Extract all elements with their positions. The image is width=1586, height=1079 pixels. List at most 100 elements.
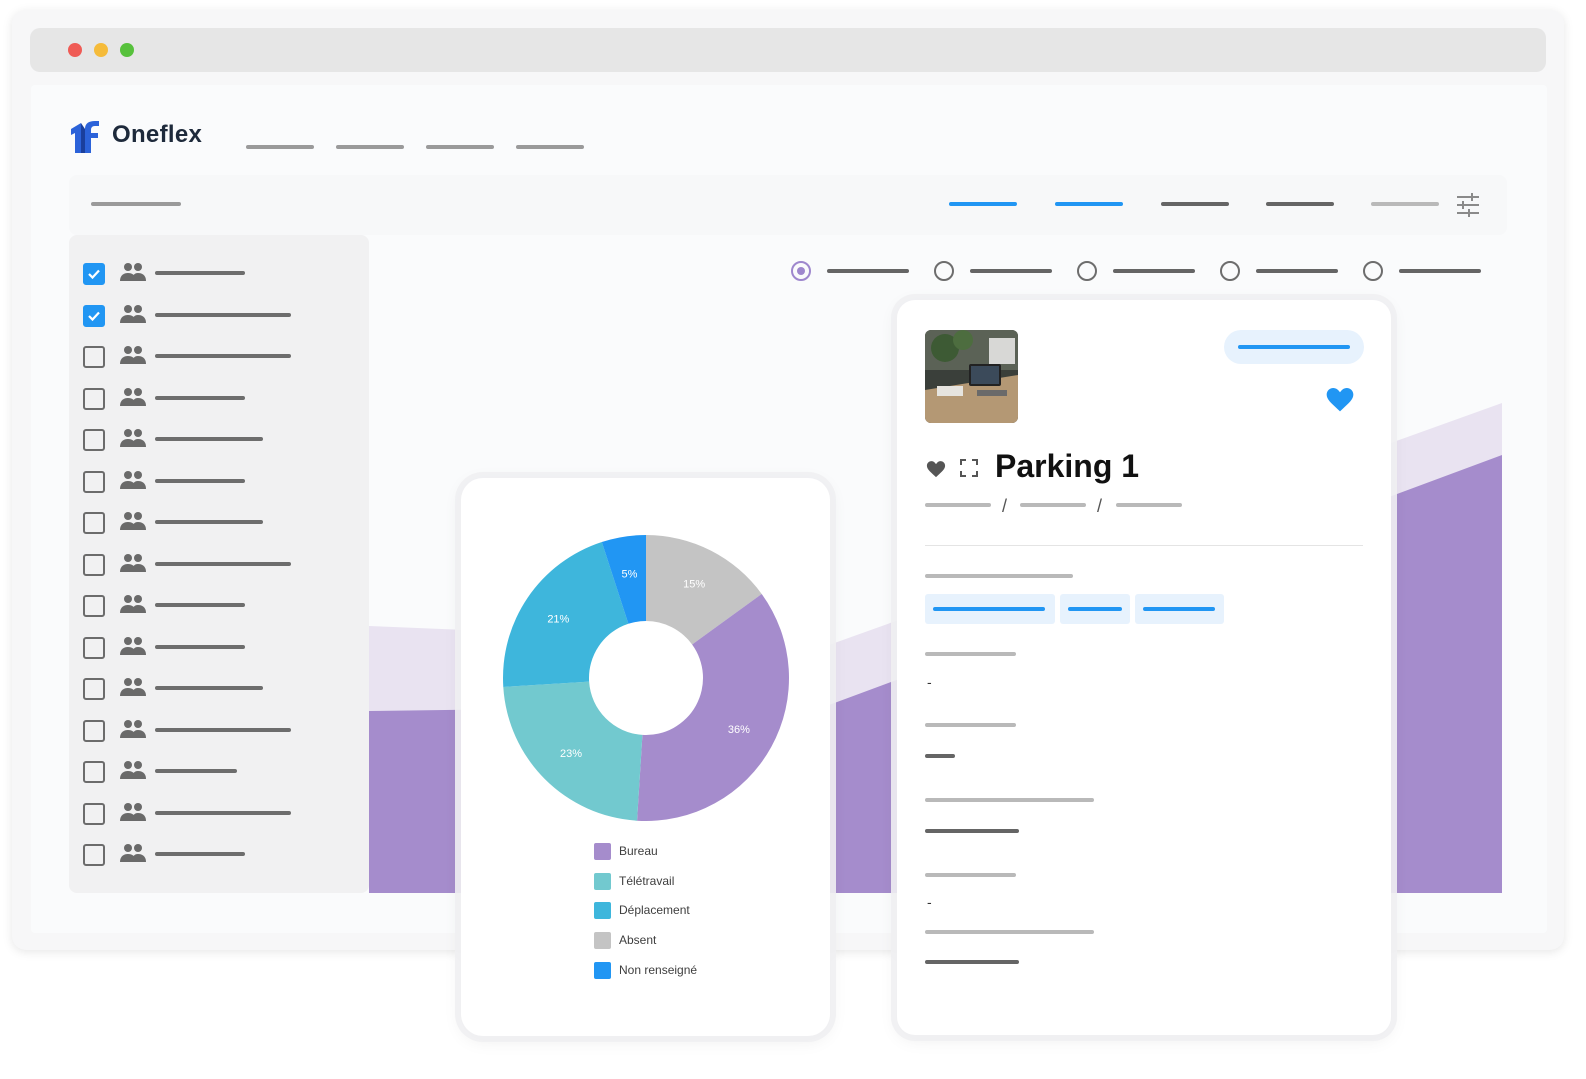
resource-detail-card: Parking 1 / / - - (897, 300, 1391, 1035)
zoom-window-button[interactable] (120, 43, 134, 57)
resource-photo (925, 330, 1018, 423)
minimize-window-button[interactable] (94, 43, 108, 57)
radio-label-1 (827, 269, 909, 273)
radio-option-1[interactable] (791, 261, 811, 281)
radio-option-3[interactable] (1077, 261, 1097, 281)
group-list-item[interactable] (69, 674, 369, 704)
group-checkbox[interactable] (83, 470, 105, 493)
presence-donut-chart: 15% 36% 23% 21% 5% (503, 535, 789, 821)
radio-option-2[interactable] (934, 261, 954, 281)
group-list-item[interactable] (69, 716, 369, 746)
radio-option-5[interactable] (1363, 261, 1383, 281)
people-group-icon (119, 759, 147, 786)
group-name-placeholder (155, 271, 245, 275)
favorite-heart-icon[interactable] (1324, 383, 1356, 413)
tag-3[interactable] (1135, 594, 1224, 624)
legend-swatch (594, 932, 611, 950)
breadcrumb-sep-1: / (1002, 496, 1008, 516)
toolbar-title (91, 202, 181, 206)
fullscreen-icon[interactable] (959, 458, 979, 478)
small-heart-icon[interactable] (925, 458, 947, 478)
breadcrumb-3[interactable] (1116, 503, 1182, 507)
group-name-placeholder (155, 312, 291, 317)
people-group-icon (119, 303, 147, 330)
group-name-placeholder (155, 354, 291, 358)
people-group-icon (119, 261, 147, 288)
pie-value-label: 5% (621, 568, 637, 580)
group-checkbox[interactable] (83, 553, 105, 576)
field-label-6 (925, 930, 1094, 934)
group-checkbox[interactable] (83, 429, 105, 451)
window-titlebar (30, 28, 1546, 72)
people-group-icon (119, 801, 147, 828)
radio-option-4[interactable] (1220, 261, 1240, 281)
group-checkbox[interactable] (83, 387, 105, 410)
group-checkbox[interactable] (83, 844, 105, 866)
legend-label: Bureau (619, 844, 658, 858)
tag-2[interactable] (1060, 594, 1130, 624)
breadcrumb-2[interactable] (1020, 503, 1086, 507)
pie-value-label: 36% (728, 724, 750, 736)
people-group-icon (119, 469, 147, 496)
group-name-placeholder (155, 520, 263, 524)
field-value-4 (925, 829, 1019, 833)
group-name-placeholder (155, 769, 237, 773)
people-group-icon (119, 427, 147, 454)
field-label-4 (925, 798, 1094, 802)
oneflex-logo[interactable]: Oneflex (69, 117, 229, 157)
breadcrumb-1[interactable] (925, 503, 991, 507)
legend-label: Déplacement (619, 903, 690, 918)
group-list-item[interactable] (69, 342, 369, 372)
group-checkbox[interactable] (83, 761, 105, 783)
group-list-item[interactable] (69, 384, 369, 414)
resource-type-pill[interactable] (1224, 330, 1364, 364)
legend-swatch (594, 902, 611, 920)
group-list-item[interactable] (69, 633, 369, 663)
breadcrumb-sep-2: / (1097, 496, 1103, 516)
group-checkbox[interactable] (83, 304, 105, 327)
nav-item-1[interactable] (246, 145, 314, 149)
brand-name: Oneflex (112, 121, 203, 148)
checkmark-icon (88, 311, 100, 321)
group-checkbox[interactable] (83, 263, 105, 285)
group-name-placeholder (155, 603, 245, 607)
field-label-3 (925, 723, 1016, 727)
pie-value-label: 23% (560, 748, 582, 760)
group-name-placeholder (155, 478, 245, 483)
group-name-placeholder (155, 852, 245, 856)
group-list-item[interactable] (69, 508, 369, 538)
people-group-icon (119, 552, 147, 579)
group-list-item[interactable] (69, 757, 369, 787)
group-list-item[interactable] (69, 425, 369, 455)
group-checkbox[interactable] (83, 512, 105, 534)
group-list-item[interactable] (69, 799, 369, 829)
field-label-1 (925, 574, 1073, 578)
group-name-placeholder (155, 686, 263, 690)
pie-value-label: 21% (547, 613, 569, 625)
group-checkbox[interactable] (83, 595, 105, 617)
group-list-item[interactable] (69, 840, 369, 870)
group-checkbox[interactable] (83, 636, 105, 659)
group-checkbox[interactable] (83, 346, 105, 368)
close-window-button[interactable] (68, 43, 82, 57)
group-name-placeholder (155, 395, 245, 400)
presence-pie-card: 15% 36% 23% 21% 5% Bureau Télétravail Déplacem… (461, 478, 830, 1036)
group-name-placeholder (155, 644, 245, 649)
group-list-item[interactable] (69, 259, 369, 289)
group-list-item[interactable] (69, 301, 369, 331)
radio-label-4 (1256, 269, 1338, 273)
group-list-item[interactable] (69, 467, 369, 497)
field-label-2 (925, 652, 1016, 656)
radio-label-2 (970, 269, 1052, 273)
people-group-icon (119, 510, 147, 537)
group-list-item[interactable] (69, 591, 369, 621)
people-group-icon (119, 676, 147, 703)
people-group-icon (119, 842, 147, 869)
radio-label-5 (1399, 269, 1481, 273)
group-checkbox[interactable] (83, 678, 105, 700)
group-checkbox[interactable] (83, 719, 105, 742)
tag-1[interactable] (925, 594, 1055, 624)
group-checkbox[interactable] (83, 802, 105, 825)
group-list-item[interactable] (69, 550, 369, 580)
legend-label: Non renseigné (619, 962, 698, 977)
